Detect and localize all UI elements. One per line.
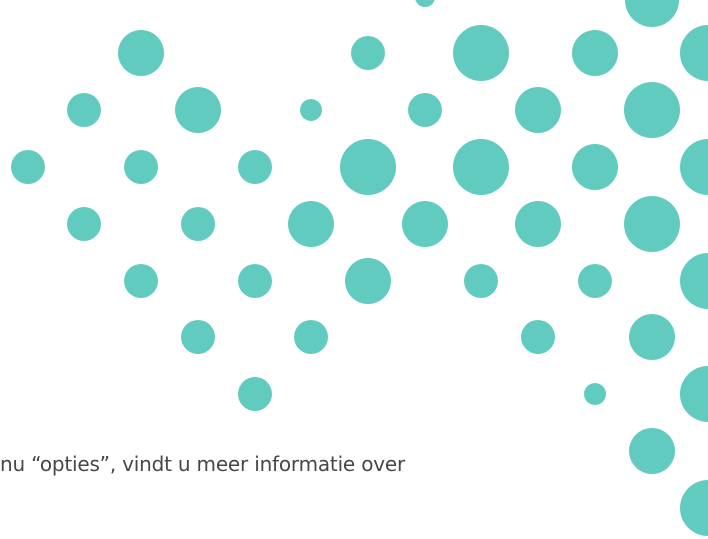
- decorative-dot: [238, 264, 272, 298]
- decorative-dot: [680, 139, 708, 195]
- decorative-dot: [118, 30, 164, 76]
- decorative-dot: [624, 82, 680, 138]
- decorative-dot: [351, 36, 385, 70]
- decorative-dot: [181, 320, 215, 354]
- decorative-dot: [181, 207, 215, 241]
- decorative-dot: [680, 480, 708, 536]
- decorative-dot: [629, 428, 675, 474]
- decorative-dot: [300, 99, 322, 121]
- decorative-dot: [408, 93, 442, 127]
- decorative-dot: [67, 207, 101, 241]
- decorative-dot: [578, 264, 612, 298]
- decorative-dot: [124, 264, 158, 298]
- decorative-dot: [11, 150, 45, 184]
- decorative-dot: [238, 377, 272, 411]
- decorative-dot: [629, 314, 675, 360]
- decorative-dot: [340, 139, 396, 195]
- decorative-dot: [402, 201, 448, 247]
- decorative-dot: [464, 264, 498, 298]
- info-caption-text: nu “opties”, vindt u meer informatie ove…: [0, 452, 405, 476]
- decorative-dot: [67, 93, 101, 127]
- decorative-dot: [521, 320, 555, 354]
- decorative-dot: [294, 320, 328, 354]
- decorative-dot: [453, 139, 509, 195]
- decorative-dot: [515, 87, 561, 133]
- decorative-dot: [680, 253, 708, 309]
- decorative-dot: [680, 366, 708, 422]
- decorative-dot: [624, 196, 680, 252]
- decorative-dot: [453, 25, 509, 81]
- decorative-dot: [584, 383, 606, 405]
- decorative-dot: [572, 144, 618, 190]
- decorative-dot: [345, 258, 391, 304]
- decorative-dot: [680, 25, 708, 81]
- decorative-dot: [175, 87, 221, 133]
- decorative-dot: [415, 0, 435, 7]
- decorative-dot: [288, 201, 334, 247]
- decorative-dot: [572, 30, 618, 76]
- decorative-dot: [625, 0, 679, 27]
- decorative-dot: [515, 201, 561, 247]
- decorative-dot: [238, 150, 272, 184]
- decorative-dot: [124, 150, 158, 184]
